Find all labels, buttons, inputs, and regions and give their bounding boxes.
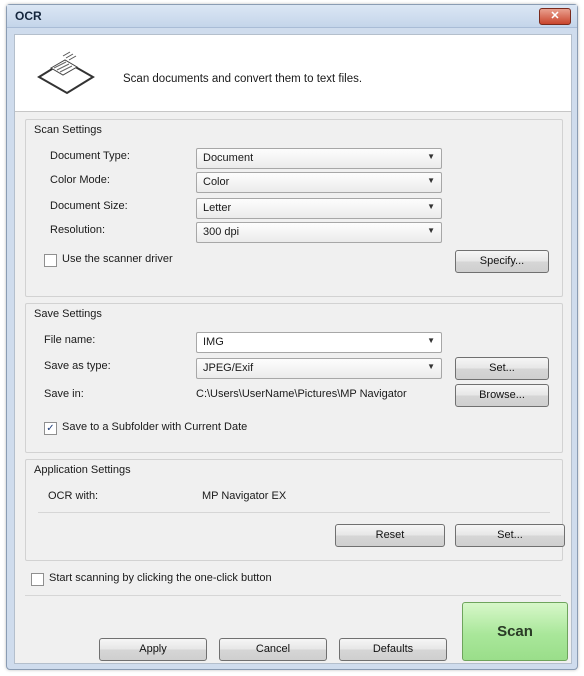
scan-settings-group: Scan Settings Document Type: Document ▼ …	[25, 119, 563, 297]
dialog-client-area: Scan documents and convert them to text …	[14, 34, 572, 664]
ocr-set-button[interactable]: Set...	[455, 524, 565, 547]
color-mode-value: Color	[203, 176, 230, 188]
cancel-button[interactable]: Cancel	[219, 638, 327, 661]
ocr-with-value: MP Navigator EX	[202, 490, 287, 502]
reset-button[interactable]: Reset	[335, 524, 445, 547]
apply-button[interactable]: Apply	[99, 638, 207, 661]
document-type-label: Document Type:	[50, 150, 130, 162]
application-settings-label: Application Settings	[34, 464, 131, 476]
application-settings-group: Application Settings OCR with: MP Naviga…	[25, 459, 565, 561]
resolution-value: 300 dpi	[203, 226, 240, 238]
ocr-with-label: OCR with:	[48, 490, 99, 502]
save-as-type-label: Save as type:	[44, 360, 111, 372]
browse-button[interactable]: Browse...	[455, 384, 549, 407]
chevron-down-icon: ▼	[427, 226, 435, 235]
chevron-down-icon: ▼	[427, 152, 435, 161]
dialog-header: Scan documents and convert them to text …	[15, 35, 571, 112]
footer-divider	[25, 595, 561, 596]
document-type-select[interactable]: Document ▼	[196, 148, 442, 169]
close-button[interactable]: ✕	[539, 8, 571, 25]
chevron-down-icon: ▼	[427, 362, 435, 371]
save-as-type-value: JPEG/Exif	[203, 362, 254, 374]
window-title: OCR	[15, 9, 42, 23]
subfolder-label: Save to a Subfolder with Current Date	[62, 421, 248, 433]
chevron-down-icon: ▼	[427, 202, 435, 211]
color-mode-label: Color Mode:	[50, 174, 110, 186]
one-click-checkbox[interactable]	[31, 573, 44, 586]
subfolder-checkbox[interactable]: ✓	[44, 422, 57, 435]
document-size-select[interactable]: Letter ▼	[196, 198, 442, 219]
defaults-button[interactable]: Defaults	[339, 638, 447, 661]
save-type-set-button[interactable]: Set...	[455, 357, 549, 380]
specify-button[interactable]: Specify...	[455, 250, 549, 273]
chevron-down-icon: ▼	[427, 176, 435, 185]
document-size-label: Document Size:	[50, 200, 128, 212]
save-in-path: C:\Users\UserName\Pictures\MP Navigator	[196, 388, 407, 400]
file-name-value: IMG	[203, 336, 224, 348]
ocr-dialog: OCR ✕ Scan documents and convert them to…	[6, 4, 578, 670]
document-type-value: Document	[203, 152, 254, 164]
save-as-type-select[interactable]: JPEG/Exif ▼	[196, 358, 442, 379]
color-mode-select[interactable]: Color ▼	[196, 172, 442, 193]
save-settings-group: Save Settings File name: IMG ▼ Save as t…	[25, 303, 563, 453]
file-name-input[interactable]: IMG ▼	[196, 332, 442, 353]
title-bar: OCR ✕	[7, 5, 577, 28]
use-scanner-driver-checkbox[interactable]	[44, 254, 57, 267]
save-in-label: Save in:	[44, 388, 84, 400]
resolution-label: Resolution:	[50, 224, 106, 236]
one-click-label: Start scanning by clicking the one-click…	[49, 572, 272, 584]
scanner-document-icon	[37, 51, 95, 95]
use-scanner-driver-label: Use the scanner driver	[62, 253, 173, 265]
application-settings-divider	[38, 512, 550, 513]
scan-settings-label: Scan Settings	[34, 124, 102, 136]
file-name-label: File name:	[44, 334, 96, 346]
save-settings-label: Save Settings	[34, 308, 102, 320]
scan-button[interactable]: Scan	[462, 602, 568, 661]
header-description: Scan documents and convert them to text …	[123, 73, 363, 85]
chevron-down-icon: ▼	[427, 336, 435, 345]
resolution-select[interactable]: 300 dpi ▼	[196, 222, 442, 243]
document-size-value: Letter	[203, 202, 232, 214]
